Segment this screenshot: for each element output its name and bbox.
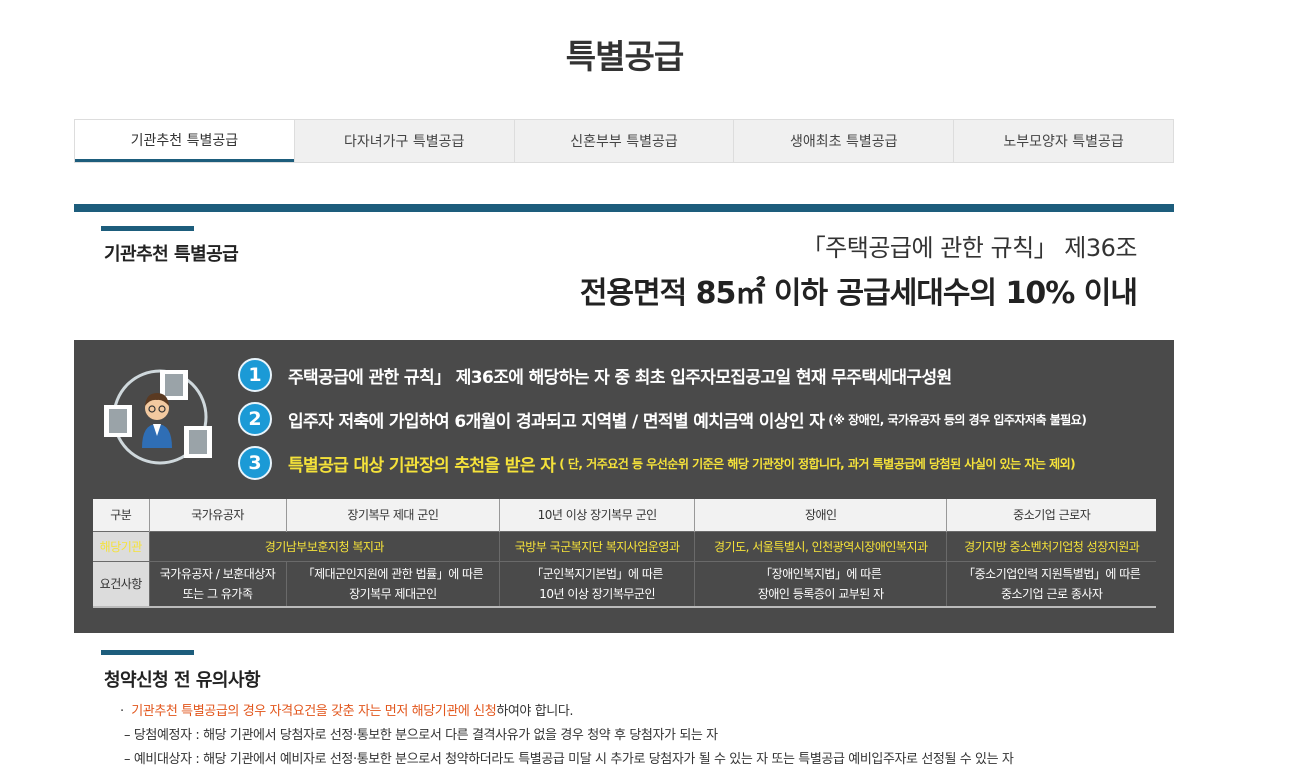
condition-2: 2 입주자 저축에 가입하여 6개월이 경과되고 지역별 / 면적별 예치금액 … <box>238 402 1087 436</box>
condition-3: 3 특별공급 대상 기관장의 추천을 받은 자 ( 단, 거주요건 등 우선순위… <box>238 446 1076 480</box>
rule-reference: 「주택공급에 관한 규칙」 제36조 <box>801 234 1138 262</box>
table-cell: 「제대군인지원에 관한 법률」에 따른장기복무 제대군인 <box>285 560 500 607</box>
table-cell: 경기도, 서울특별시, 인천광역시장애인복지과 <box>694 530 947 561</box>
cell-line: 「군인복지기본법」에 따른 <box>531 566 663 581</box>
table-cell: 「장애인복지법」에 따른장애인 등록증이 교부된 자 <box>694 560 947 607</box>
number-badge: 1 <box>238 358 272 392</box>
bullet: · <box>120 704 124 719</box>
cell-line: 「중소기업인력 지원특별법」에 따른 <box>963 566 1141 581</box>
condition-1: 1 주택공급에 관한 규칙」 제36조에 해당하는 자 중 최초 입주자모집공고… <box>238 358 952 392</box>
table-cell: 국가유공자 / 보훈대상자또는 그 유가족 <box>148 560 287 607</box>
table-row: 요건사항 국가유공자 / 보훈대상자또는 그 유가족 「제대군인지원에 관한 법… <box>93 560 1156 607</box>
section-title: 청약신청 전 유의사항 <box>104 670 261 691</box>
table-row: 해당기관 경기남부보훈지청 복지과 국방부 국군복지단 복지사업운영과 경기도,… <box>93 530 1156 561</box>
cell-line: 장애인 등록증이 교부된 자 <box>757 586 884 601</box>
table-cell: 「군인복지기본법」에 따른 10년 이상 장기복무군인 <box>499 560 695 607</box>
cell-line: 「장애인복지법」에 따른 <box>760 566 882 581</box>
cell-line: 「제대군인지원에 관한 법률」에 따른 <box>302 566 484 581</box>
tab-institution-recommendation[interactable]: 기관추천 특별공급 <box>75 120 294 162</box>
table-cell: 국방부 국군복지단 복지사업운영과 <box>499 530 695 561</box>
table-cell: 경기남부보훈지청 복지과 <box>148 530 500 561</box>
eligibility-table: 구분 국가유공자 장기복무 제대 군인 10년 이상 장기복무 군인 장애인 중… <box>93 499 1156 608</box>
number-badge: 2 <box>238 402 272 436</box>
list-item: – 예비대상자 : 해당 기관에서 예비자로 선정·통보한 분으로서 청약하더라… <box>124 752 1014 767</box>
list-item: · 기관추천 특별공급의 경우 자격요건을 갖춘 자는 먼저 해당기관에 신청하… <box>120 700 1013 724</box>
condition-note: ( 단, 거주요건 등 우선순위 기준은 해당 기관장이 정합니다, 과거 특별… <box>559 456 1076 471</box>
tab-first-time-buyer[interactable]: 생애최초 특별공급 <box>733 120 953 162</box>
table-header: 장애인 <box>694 499 947 531</box>
cell-line: 장기복무 제대군인 <box>349 586 437 601</box>
table-cell: 「중소기업인력 지원특별법」에 따른중소기업 근로 종사자 <box>946 560 1156 607</box>
highlight-text: 기관추천 특별공급의 경우 자격요건을 갖춘 자는 먼저 해당기관에 신청 <box>131 704 497 719</box>
tab-bar: 기관추천 특별공급 다자녀가구 특별공급 신혼부부 특별공급 생애최초 특별공급… <box>74 119 1174 163</box>
cell-line: 중소기업 근로 종사자 <box>1000 586 1103 601</box>
table-cell: 경기지방 중소벤처기업청 성장지원과 <box>946 530 1156 561</box>
tab-newlyweds[interactable]: 신혼부부 특별공급 <box>513 120 734 162</box>
condition-text: 입주자 저축에 가입하여 6개월이 경과되고 지역별 / 면적별 예치금액 이상… <box>288 411 825 432</box>
rule-summary: 전용면적 85㎡ 이하 공급세대수의 10% 이내 <box>579 276 1138 311</box>
list-item: – 당첨예정자 : 해당 기관에서 당첨자로 선정·통보한 분으로서 다른 결격… <box>124 728 718 743</box>
condition-note: (※ 장애인, 국가유공자 등의 경우 입주자저축 불필요) <box>828 412 1087 427</box>
note-text: 하여야 합니다. <box>496 704 574 719</box>
condition-text: 주택공급에 관한 규칙」 제36조에 해당하는 자 중 최초 입주자모집공고일 … <box>288 367 952 388</box>
table-header-row: 구분 국가유공자 장기복무 제대 군인 10년 이상 장기복무 군인 장애인 중… <box>93 499 1156 531</box>
section-accent-bar <box>101 650 194 655</box>
table-header: 국가유공자 <box>148 499 287 531</box>
table-header: 10년 이상 장기복무 군인 <box>499 499 695 531</box>
row-label: 해당기관 <box>93 530 149 561</box>
section-divider <box>74 204 1174 212</box>
cell-line: 국가유공자 / 보훈대상자 <box>159 566 276 581</box>
number-badge: 3 <box>238 446 272 480</box>
tab-multi-child-household[interactable]: 다자녀가구 특별공급 <box>293 120 514 162</box>
person-buildings-icon <box>104 369 212 465</box>
cell-line: 또는 그 유가족 <box>182 586 253 601</box>
cell-line: 10년 이상 장기복무군인 <box>539 586 655 601</box>
condition-text: 특별공급 대상 기관장의 추천을 받은 자 <box>288 455 556 476</box>
section-accent-bar <box>101 226 194 231</box>
row-label: 요건사항 <box>93 560 149 607</box>
notes-list: · 기관추천 특별공급의 경우 자격요건을 갖춘 자는 먼저 해당기관에 신청하… <box>120 700 1014 769</box>
table-header: 장기복무 제대 군인 <box>285 499 500 531</box>
table-header: 중소기업 근로자 <box>946 499 1156 531</box>
section-title: 기관추천 특별공급 <box>104 244 239 265</box>
page-title: 특별공급 <box>565 37 684 76</box>
tab-elderly-parents[interactable]: 노부모양자 특별공급 <box>953 120 1173 162</box>
table-header: 구분 <box>93 499 149 531</box>
